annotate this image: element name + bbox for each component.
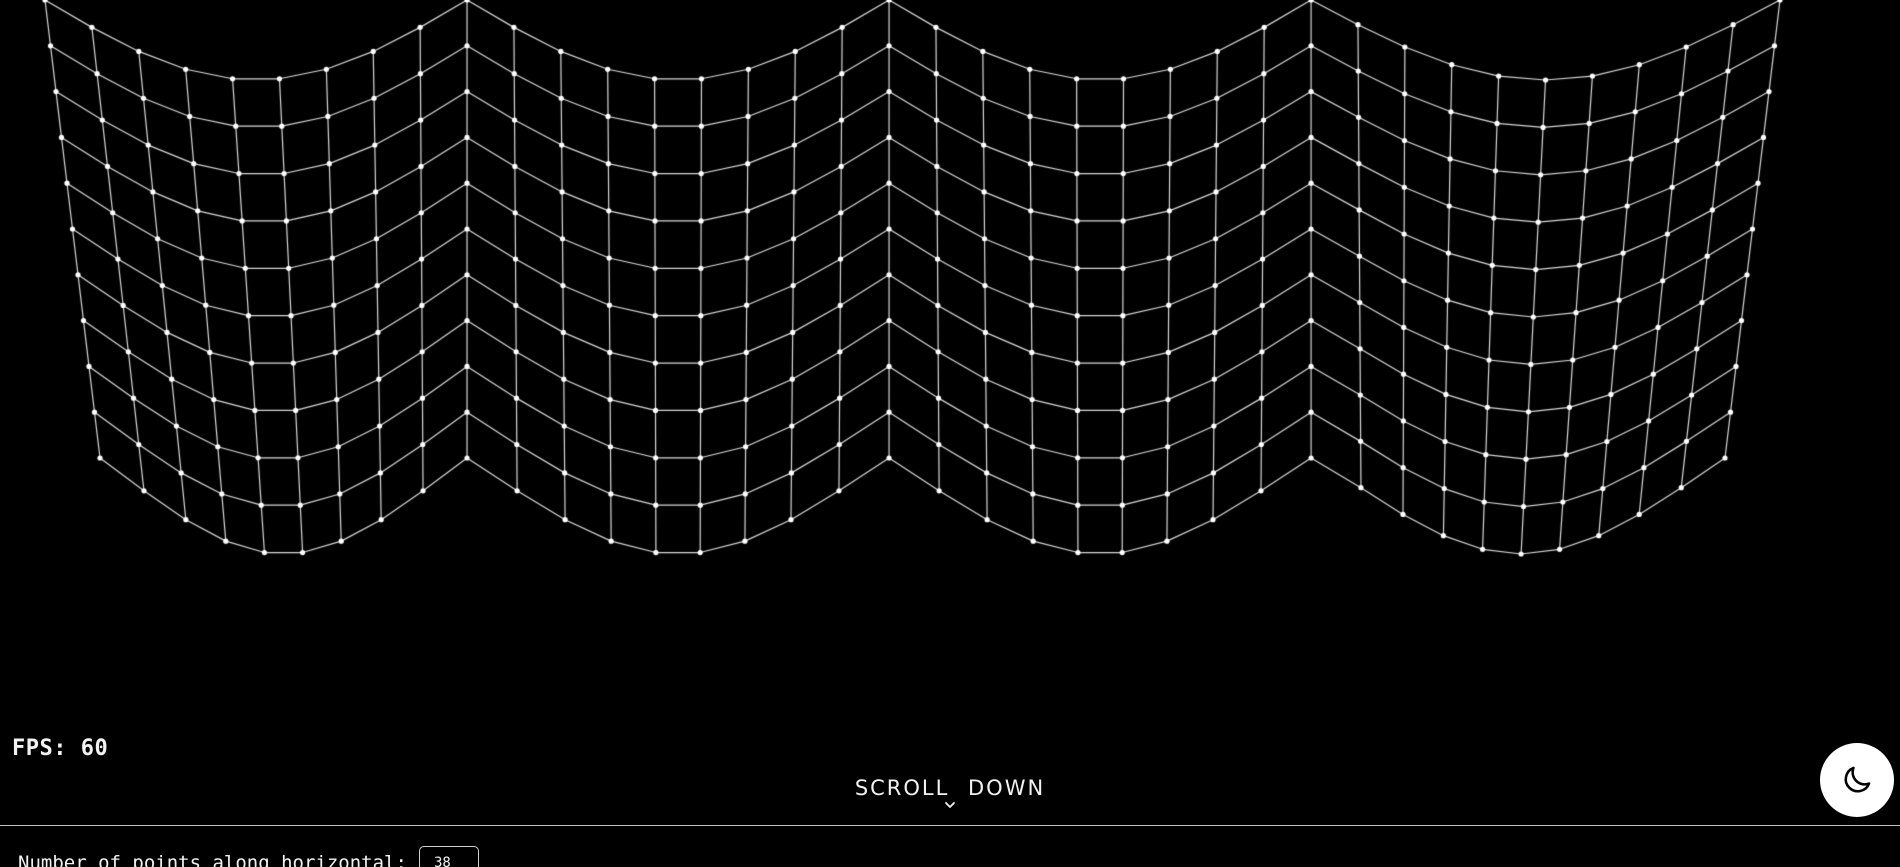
mesh-controls: Number of points along horizontal: <box>18 846 479 867</box>
fps-counter: FPS: 60 <box>12 736 109 761</box>
cloth-simulation-page: FPS: 60 SCROLL DOWN Number of points alo… <box>0 0 1900 867</box>
moon-icon <box>1844 766 1871 793</box>
cloth-mesh-canvas[interactable] <box>0 0 1900 700</box>
scroll-down-hint[interactable]: SCROLL DOWN <box>0 776 1900 810</box>
theme-toggle-button[interactable] <box>1820 743 1894 817</box>
scroll-down-text: SCROLL DOWN <box>854 776 1046 800</box>
points-horizontal-input[interactable] <box>418 846 479 867</box>
points-horizontal-label: Number of points along horizontal: <box>18 852 407 867</box>
section-divider <box>0 825 1900 826</box>
chevron-down-icon <box>945 802 955 808</box>
